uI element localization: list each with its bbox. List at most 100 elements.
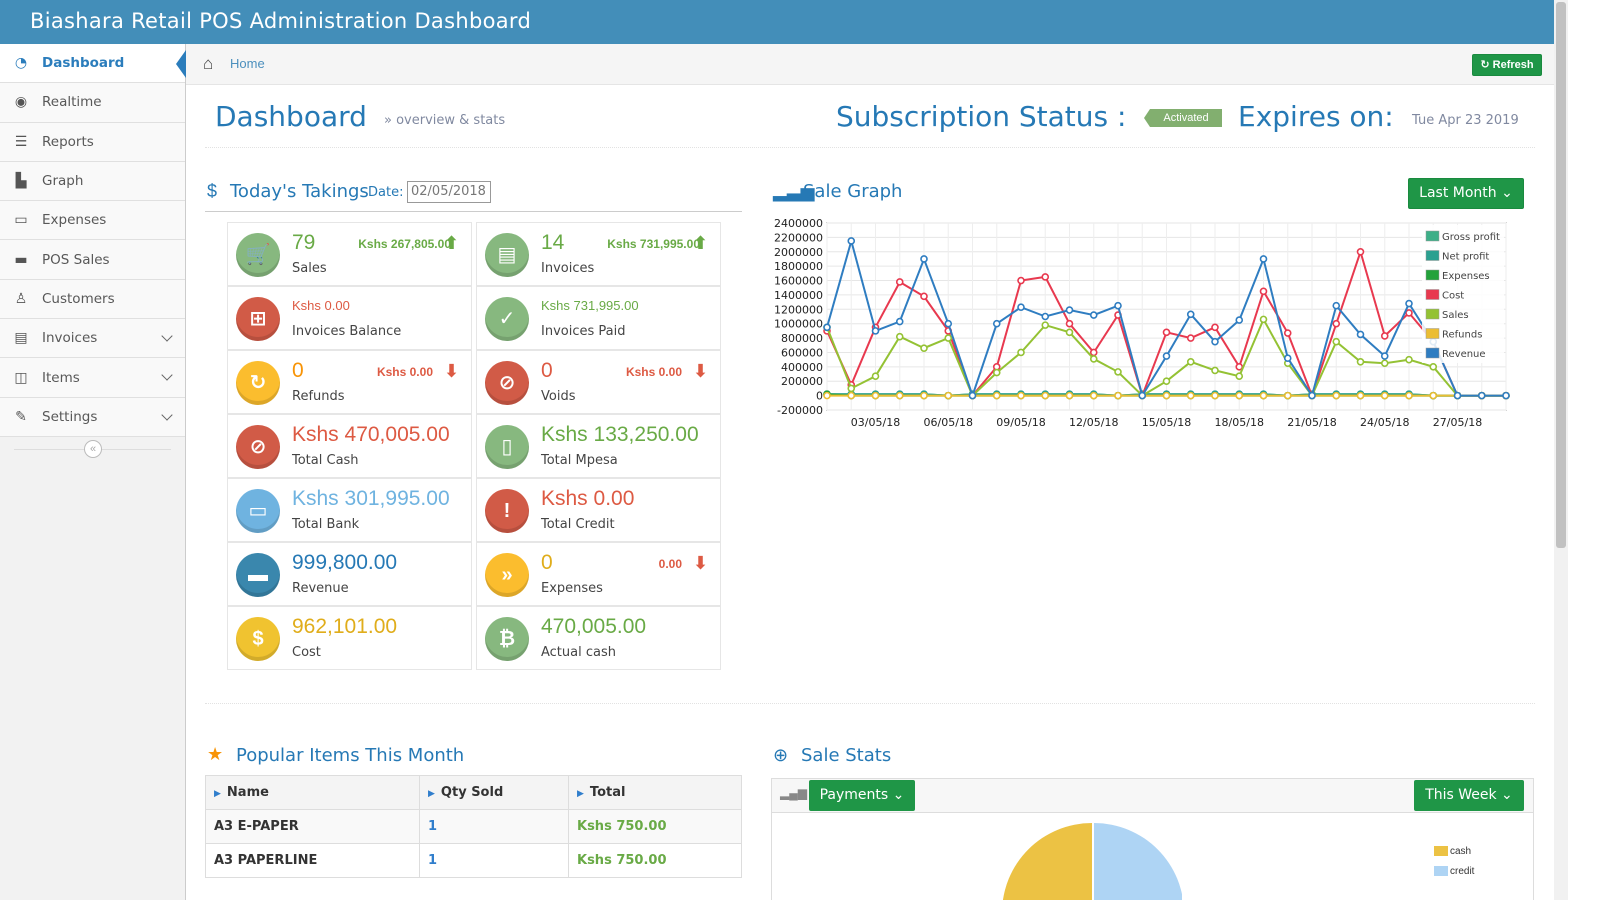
column-header-total[interactable]: ▶ Total xyxy=(568,775,742,810)
stat-value: 962,101.00 xyxy=(292,615,398,638)
chart-data-point xyxy=(871,372,880,380)
stat-trend: Kshs 731,995.00 xyxy=(607,237,700,251)
this-week-dropdown[interactable]: This Week ⌄ xyxy=(1414,780,1524,811)
chart-ytick-label: 1400000 xyxy=(774,289,823,302)
chart-ytick-label: 600000 xyxy=(781,346,823,359)
payments-dropdown[interactable]: Payments ⌄ xyxy=(809,780,915,811)
list-ol-icon: ☰ xyxy=(14,133,28,150)
sidebar-item-dashboard[interactable]: ◔ Dashboard xyxy=(0,44,186,84)
app-title[interactable]: Biashara Retail POS Administration Dashb… xyxy=(30,9,531,33)
chart-data-point xyxy=(1259,315,1268,324)
chart-data-point xyxy=(1477,391,1486,400)
user-icon: ♙ xyxy=(14,290,28,307)
stat-value: 79 xyxy=(292,231,316,254)
chart-data-point xyxy=(1380,352,1389,360)
double-chevron-left-icon[interactable]: « xyxy=(84,439,102,458)
column-header-qty[interactable]: ▶ Qty Sold xyxy=(419,775,569,810)
refresh-button[interactable]: ↻ Refresh xyxy=(1472,54,1542,76)
chart-data-point xyxy=(1235,391,1244,400)
cube-icon: ◫ xyxy=(14,369,28,386)
sidebar-item-expenses[interactable]: ▭ Expenses xyxy=(0,201,185,241)
column-header-name[interactable]: ▶ Name xyxy=(205,775,420,810)
last-month-dropdown[interactable]: Last Month ⌄ xyxy=(1408,178,1524,209)
check-file-icon: ✓ xyxy=(485,297,529,341)
chart-legend-label: Refunds xyxy=(1442,330,1482,341)
sidebar-item-reports[interactable]: ☰ Reports xyxy=(0,122,185,162)
sidebar-item-invoices[interactable]: ▤ Invoices xyxy=(0,319,185,359)
chart-data-point xyxy=(871,327,880,335)
chart-data-point xyxy=(1405,299,1413,308)
file-icon: ▤ xyxy=(14,330,28,347)
chart-xtick-label: 15/05/18 xyxy=(1142,416,1191,429)
caret-right-icon: ▶ xyxy=(577,789,584,799)
date-input[interactable]: 02/05/2018 xyxy=(407,181,491,203)
sidebar-item-realtime[interactable]: ◉ Realtime xyxy=(0,83,185,123)
chart-data-point xyxy=(847,391,856,400)
chart-data-point xyxy=(823,391,831,400)
stat-total-credit: ! Kshs 0.00 Total Credit xyxy=(476,478,721,542)
bar-chart-icon: ▙ xyxy=(15,173,27,190)
stat-value: Kshs 133,250.00 xyxy=(541,423,699,446)
stat-trend: Kshs 267,805.00 xyxy=(358,237,451,251)
sidebar-item-label: POS Sales xyxy=(42,251,110,268)
sidebar-item-label: Realtime xyxy=(42,94,102,111)
stat-label: Total Mpesa xyxy=(541,453,618,468)
column-header-label: Total xyxy=(589,785,626,800)
chart-data-point xyxy=(1283,329,1292,337)
eye-icon: ◉ xyxy=(14,94,28,111)
chart-data-point xyxy=(1259,255,1268,263)
vertical-scrollbar[interactable] xyxy=(1554,0,1568,900)
chart-data-point xyxy=(1380,332,1389,340)
chart-data-point xyxy=(1211,323,1219,332)
chart-ytick-label: 2400000 xyxy=(774,217,823,230)
stat-label: Cost xyxy=(292,645,321,660)
sale-stats-toolbar: ▂▄▆ Payments ⌄ This Week ⌄ xyxy=(772,779,1533,813)
sidebar-item-label: Invoices xyxy=(42,330,98,347)
chart-ytick-label: 400000 xyxy=(781,361,823,374)
chart-data-point xyxy=(1065,391,1074,400)
chart-data-point xyxy=(823,323,831,332)
table-header-row: ▶ Name ▶ Qty Sold ▶ Total xyxy=(205,775,742,810)
dropdown-label: Last Month xyxy=(1419,185,1497,201)
sidebar-item-settings[interactable]: ✎ Settings xyxy=(0,397,185,437)
chart-xtick-label: 21/05/18 xyxy=(1287,416,1336,429)
sidebar-item-label: Customers xyxy=(42,290,115,307)
divider xyxy=(205,703,1535,704)
sidebar-item-pos-sales[interactable]: ▬ POS Sales xyxy=(0,240,185,280)
chart-data-point xyxy=(1186,391,1195,400)
sidebar-item-label: Graph xyxy=(42,173,84,190)
chart-data-point xyxy=(1405,355,1413,364)
stat-value: 0 xyxy=(541,551,553,574)
chart-data-point xyxy=(847,384,856,393)
stat-trend: Kshs 0.00 xyxy=(625,365,682,379)
bitcoin-icon: ₿ xyxy=(485,617,529,661)
chart-data-point xyxy=(1017,391,1025,400)
legend-label: cash xyxy=(1450,845,1472,857)
scrollbar-thumb[interactable] xyxy=(1556,2,1566,548)
credit-card-icon: ▭ xyxy=(14,212,28,229)
sale-stats-pie xyxy=(1003,823,1182,900)
chart-data-point xyxy=(1332,301,1341,310)
chart-legend-label: Cost xyxy=(1442,291,1464,302)
chart-data-point xyxy=(1186,358,1195,366)
chart-data-point xyxy=(1283,391,1292,400)
chart-data-point xyxy=(1356,330,1365,339)
sidebar-item-customers[interactable]: ♙ Customers xyxy=(0,279,185,320)
sidebar-item-graph[interactable]: ▙ Graph xyxy=(0,161,185,202)
chart-legend-swatch xyxy=(1425,328,1440,339)
chart-legend-label: Sales xyxy=(1442,310,1469,321)
chart-data-point xyxy=(944,319,953,328)
chart-data-point xyxy=(1211,337,1219,346)
chart-data-point xyxy=(1114,391,1122,400)
sidebar-item-items[interactable]: ◫ Items xyxy=(0,358,185,398)
takings-grid: 🛒 79 Sales Kshs 267,805.00 ⬆ ▤ 14 Invoic… xyxy=(227,222,721,670)
chart-data-point xyxy=(1065,328,1074,337)
chart-ytick-label: 800000 xyxy=(781,332,823,345)
arrow-down-icon: ⬇ xyxy=(692,361,708,381)
breadcrumb-home-link[interactable]: Home xyxy=(230,56,265,71)
chart-data-point xyxy=(871,391,880,400)
chart-data-point xyxy=(1162,328,1171,337)
chart-xtick-label: 24/05/18 xyxy=(1360,416,1409,429)
briefcase-icon: ▬ xyxy=(14,251,28,268)
chart-data-point xyxy=(1502,391,1510,400)
